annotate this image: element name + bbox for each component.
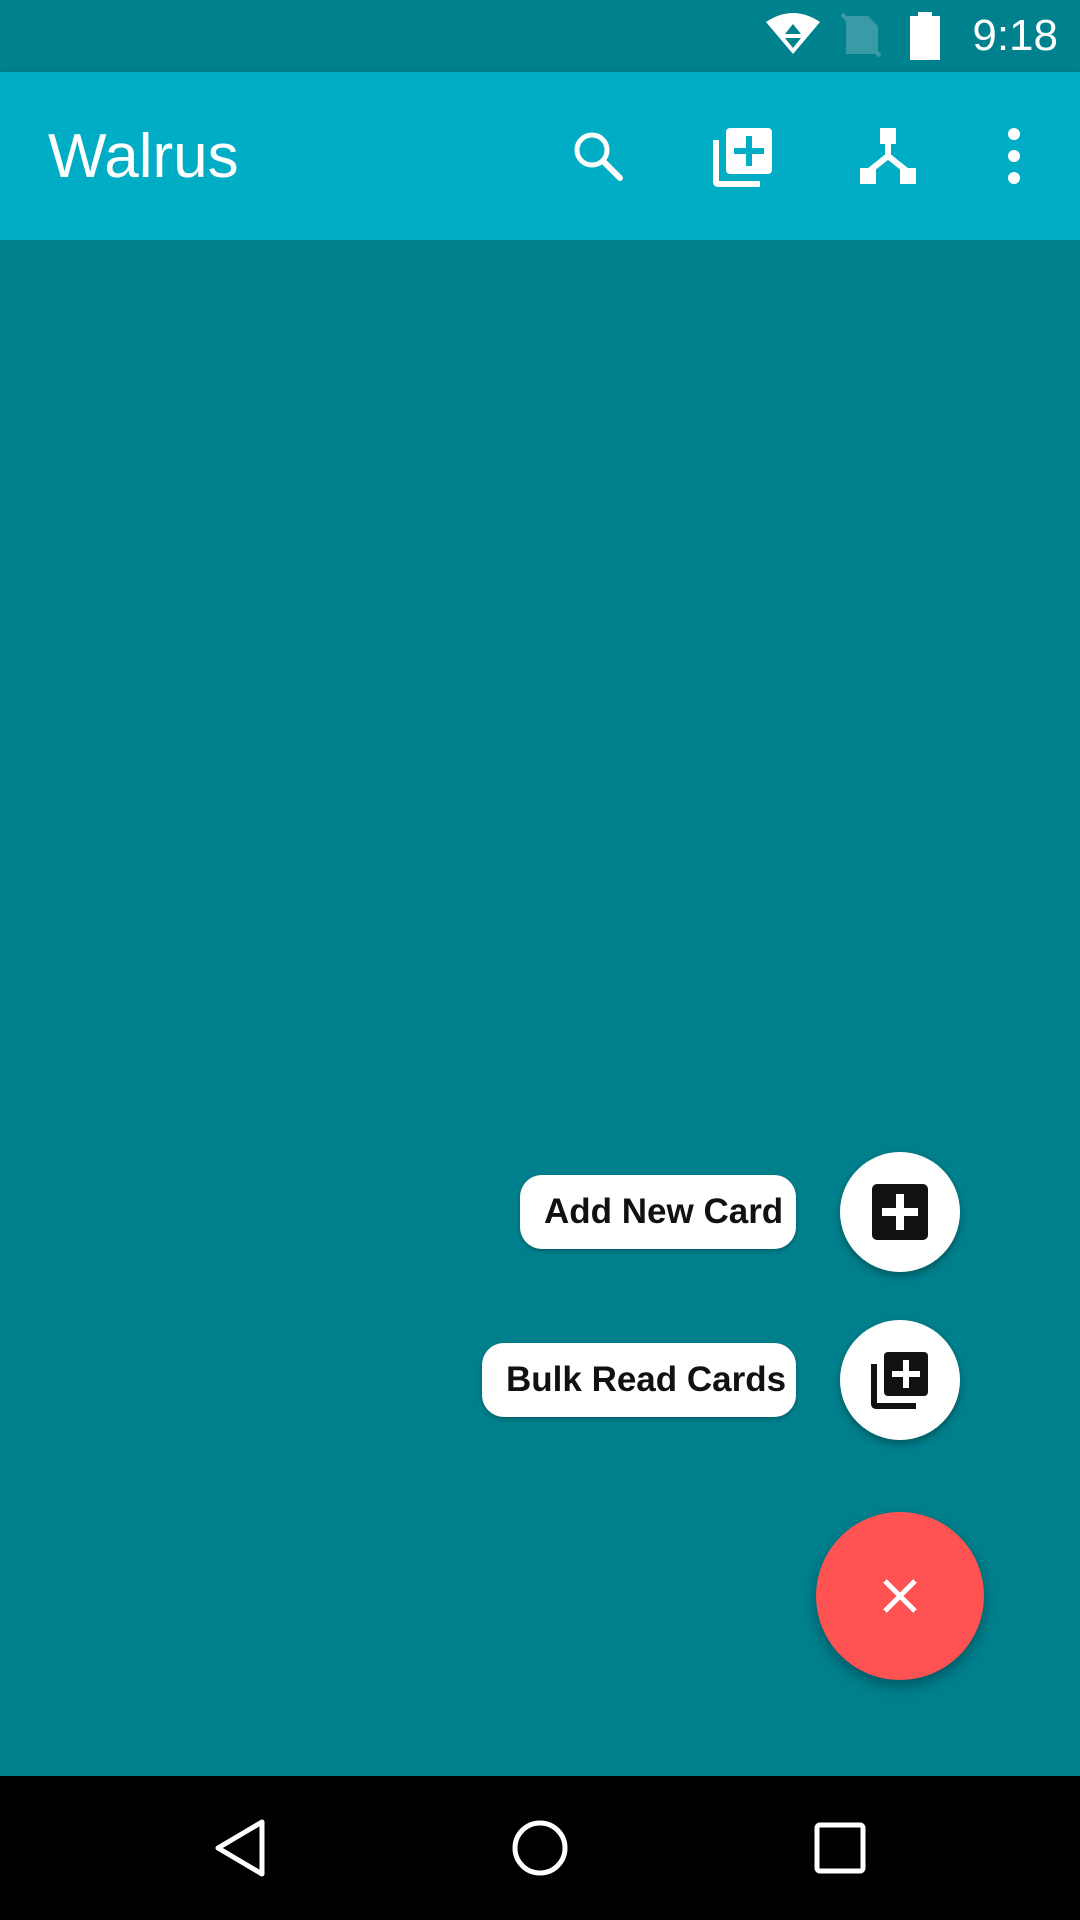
add-new-card-button[interactable] bbox=[840, 1152, 960, 1272]
add-new-card-label[interactable]: Add New Card bbox=[520, 1175, 796, 1249]
battery-icon bbox=[910, 12, 940, 60]
app-bar: Walrus bbox=[0, 72, 1080, 240]
recents-button[interactable] bbox=[790, 1798, 890, 1898]
more-vert-icon bbox=[1008, 128, 1020, 184]
close-fab-button[interactable] bbox=[816, 1512, 984, 1680]
status-time: 9:18 bbox=[972, 11, 1058, 60]
status-bar: 9:18 bbox=[0, 0, 1080, 72]
bulk-add-icon bbox=[713, 128, 772, 187]
wifi-icon bbox=[766, 13, 820, 54]
bulk-add-button[interactable] bbox=[702, 114, 786, 198]
share-icon bbox=[860, 128, 916, 184]
bulk-read-cards-label[interactable]: Bulk Read Cards bbox=[482, 1343, 796, 1417]
add-box-icon bbox=[872, 1184, 928, 1240]
recents-icon bbox=[814, 1822, 866, 1874]
home-button[interactable] bbox=[490, 1798, 590, 1898]
library-add-icon bbox=[871, 1352, 928, 1409]
back-icon bbox=[215, 1819, 265, 1877]
close-icon bbox=[883, 1579, 917, 1613]
share-button[interactable] bbox=[846, 114, 930, 198]
back-button[interactable] bbox=[190, 1798, 290, 1898]
app-title: Walrus bbox=[48, 122, 239, 191]
more-options-button[interactable] bbox=[972, 114, 1056, 198]
search-button[interactable] bbox=[556, 114, 640, 198]
bulk-read-cards-button[interactable] bbox=[840, 1320, 960, 1440]
search-icon bbox=[574, 132, 623, 181]
home-icon bbox=[512, 1820, 568, 1876]
no-sim-icon bbox=[840, 12, 882, 58]
navigation-bar bbox=[0, 1776, 1080, 1920]
